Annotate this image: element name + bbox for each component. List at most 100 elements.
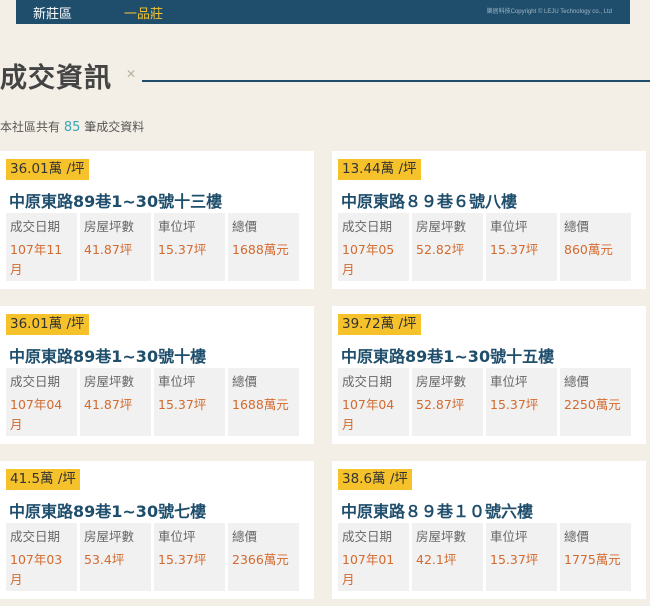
stat-parking-value: 15.37坪	[490, 242, 539, 257]
stat-date-label: 成交日期	[10, 374, 61, 389]
transaction-address[interactable]: 中原東路８９巷６號八樓	[341, 188, 517, 212]
transaction-address[interactable]: 中原東路８９巷１０號六樓	[341, 498, 533, 522]
stat-date-value: 107年11月	[10, 242, 63, 277]
unit-price-badge: 39.72萬 /坪	[338, 314, 421, 335]
stat-area-value: 41.87坪	[84, 397, 133, 412]
stat-parking: 車位坪 15.37坪	[154, 523, 225, 591]
stat-total: 總價 2250萬元	[560, 368, 631, 436]
transaction-address[interactable]: 中原東路89巷1~30號十五樓	[341, 343, 554, 367]
stat-parking-value: 15.37坪	[158, 552, 207, 567]
unit-price-badge: 38.6萬 /坪	[338, 469, 412, 490]
breadcrumb-community[interactable]: 一品莊	[124, 3, 163, 22]
stat-date: 成交日期 107年01月	[338, 523, 409, 591]
stat-total-value: 1688萬元	[232, 242, 289, 257]
unit-price-badge: 36.01萬 /坪	[6, 159, 89, 180]
stat-date: 成交日期 107年03月	[6, 523, 77, 591]
stat-date-value: 107年03月	[10, 552, 63, 587]
stat-parking-label: 車位坪	[490, 374, 528, 389]
transaction-stats: 成交日期 107年04月 房屋坪數 41.87坪 車位坪 15.37坪 總價 1…	[6, 368, 300, 436]
stat-area-value: 52.87坪	[416, 397, 465, 412]
unit-price-badge: 13.44萬 /坪	[338, 159, 421, 180]
transaction-card[interactable]: 41.5萬 /坪 中原東路89巷1~30號七樓 成交日期 107年03月 房屋坪…	[0, 461, 314, 599]
stat-total-value: 1775萬元	[564, 552, 621, 567]
stat-area: 房屋坪數 52.82坪	[412, 213, 483, 281]
title-deco-icon: ✕	[126, 67, 137, 81]
stat-parking-label: 車位坪	[490, 219, 528, 234]
stat-date-label: 成交日期	[342, 374, 393, 389]
transaction-stats: 成交日期 107年05月 房屋坪數 52.82坪 車位坪 15.37坪 總價 8…	[338, 213, 632, 281]
unit-price-badge: 36.01萬 /坪	[6, 314, 89, 335]
stat-area-label: 房屋坪數	[84, 374, 135, 389]
stat-area-label: 房屋坪數	[84, 219, 135, 234]
transaction-stats: 成交日期 107年01月 房屋坪數 42.1坪 車位坪 15.37坪 總價 17…	[338, 523, 632, 591]
transaction-summary: 本社區共有 85 筆成交資料	[0, 118, 144, 135]
stat-date-label: 成交日期	[10, 529, 61, 544]
summary-prefix: 本社區共有	[0, 120, 61, 134]
stat-date-value: 107年04月	[10, 397, 63, 432]
transaction-address[interactable]: 中原東路89巷1~30號十三樓	[9, 188, 222, 212]
stat-area: 房屋坪數 41.87坪	[80, 213, 151, 281]
stat-parking: 車位坪 15.37坪	[486, 213, 557, 281]
top-breadcrumb-bar: 新莊區 一品莊 樂居科技Copyright © LEJU Technology …	[16, 0, 630, 24]
transaction-card[interactable]: 38.6萬 /坪 中原東路８９巷１０號六樓 成交日期 107年01月 房屋坪數 …	[332, 461, 646, 599]
copyright-text: 樂居科技Copyright © LEJU Technology co., Ltd	[486, 9, 612, 15]
stat-parking: 車位坪 15.37坪	[154, 368, 225, 436]
stat-parking-label: 車位坪	[490, 529, 528, 544]
stat-total: 總價 860萬元	[560, 213, 631, 281]
stat-parking: 車位坪 15.37坪	[486, 368, 557, 436]
stat-area-value: 52.82坪	[416, 242, 465, 257]
transaction-stats: 成交日期 107年03月 房屋坪數 53.4坪 車位坪 15.37坪 總價 23…	[6, 523, 300, 591]
section-title: 成交資訊	[0, 63, 112, 94]
stat-total: 總價 1688萬元	[228, 213, 299, 281]
stat-total-label: 總價	[564, 529, 590, 544]
stat-parking-value: 15.37坪	[490, 552, 539, 567]
stat-area-label: 房屋坪數	[84, 529, 135, 544]
stat-date-value: 107年01月	[342, 552, 395, 587]
stat-parking-label: 車位坪	[158, 374, 196, 389]
stat-total-value: 1688萬元	[232, 397, 289, 412]
stat-parking: 車位坪 15.37坪	[154, 213, 225, 281]
stat-total-label: 總價	[232, 529, 258, 544]
stat-area: 房屋坪數 41.87坪	[80, 368, 151, 436]
transaction-card[interactable]: 13.44萬 /坪 中原東路８９巷６號八樓 成交日期 107年05月 房屋坪數 …	[332, 151, 646, 289]
stat-area-value: 41.87坪	[84, 242, 133, 257]
stat-area-label: 房屋坪數	[416, 219, 467, 234]
transaction-address[interactable]: 中原東路89巷1~30號十樓	[9, 343, 206, 367]
stat-parking-value: 15.37坪	[158, 242, 207, 257]
stat-total-value: 860萬元	[564, 242, 613, 257]
stat-date-label: 成交日期	[342, 529, 393, 544]
stat-total-value: 2250萬元	[564, 397, 621, 412]
stat-total: 總價 1775萬元	[560, 523, 631, 591]
stat-date-value: 107年04月	[342, 397, 395, 432]
transaction-card[interactable]: 36.01萬 /坪 中原東路89巷1~30號十三樓 成交日期 107年11月 房…	[0, 151, 314, 289]
transaction-card[interactable]: 36.01萬 /坪 中原東路89巷1~30號十樓 成交日期 107年04月 房屋…	[0, 306, 314, 444]
stat-total-label: 總價	[564, 374, 590, 389]
stat-area: 房屋坪數 52.87坪	[412, 368, 483, 436]
stat-area-label: 房屋坪數	[416, 374, 467, 389]
transaction-stats: 成交日期 107年04月 房屋坪數 52.87坪 車位坪 15.37坪 總價 2…	[338, 368, 632, 436]
stat-parking-label: 車位坪	[158, 529, 196, 544]
summary-suffix: 筆成交資料	[84, 120, 145, 134]
title-divider	[142, 80, 650, 82]
stat-date-label: 成交日期	[10, 219, 61, 234]
transaction-card[interactable]: 39.72萬 /坪 中原東路89巷1~30號十五樓 成交日期 107年04月 房…	[332, 306, 646, 444]
stat-date-label: 成交日期	[342, 219, 393, 234]
stat-area-value: 42.1坪	[416, 552, 457, 567]
stat-total: 總價 1688萬元	[228, 368, 299, 436]
breadcrumb-district[interactable]: 新莊區	[33, 3, 72, 22]
stat-total-label: 總價	[564, 219, 590, 234]
stat-parking: 車位坪 15.37坪	[486, 523, 557, 591]
stat-parking-value: 15.37坪	[158, 397, 207, 412]
stat-date: 成交日期 107年04月	[338, 368, 409, 436]
stat-date: 成交日期 107年05月	[338, 213, 409, 281]
stat-parking-label: 車位坪	[158, 219, 196, 234]
stat-date: 成交日期 107年11月	[6, 213, 77, 281]
stat-total: 總價 2366萬元	[228, 523, 299, 591]
stat-area-value: 53.4坪	[84, 552, 125, 567]
stat-total-label: 總價	[232, 219, 258, 234]
stat-date: 成交日期 107年04月	[6, 368, 77, 436]
transaction-address[interactable]: 中原東路89巷1~30號七樓	[9, 498, 206, 522]
stat-area: 房屋坪數 53.4坪	[80, 523, 151, 591]
stat-area: 房屋坪數 42.1坪	[412, 523, 483, 591]
stat-parking-value: 15.37坪	[490, 397, 539, 412]
